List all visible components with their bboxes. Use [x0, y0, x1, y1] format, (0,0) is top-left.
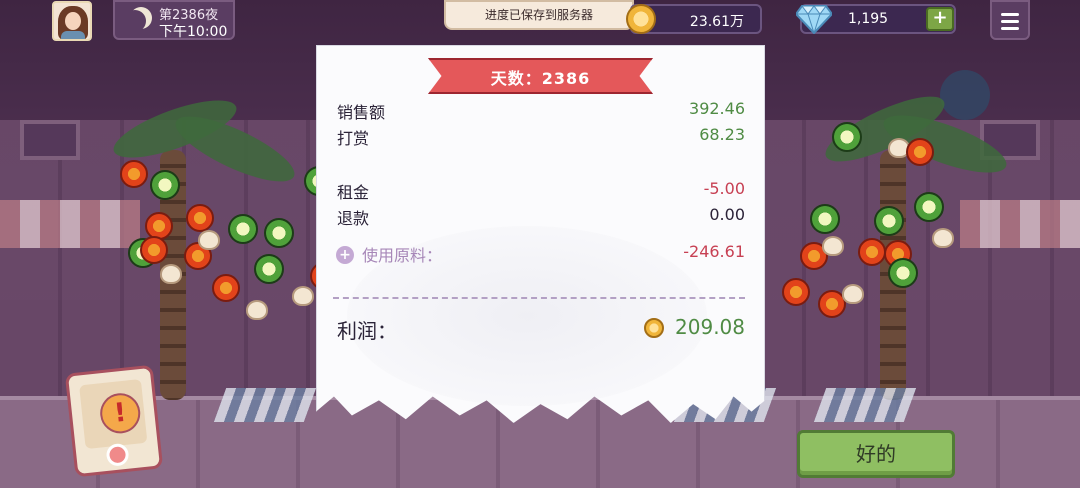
tomato-slice-icon [212, 274, 240, 302]
receipt-divider [333, 297, 745, 299]
beach-chair [813, 388, 917, 422]
exclamation-icon: ! [98, 391, 143, 436]
garlic-clove-icon [198, 230, 220, 250]
tomato-slice-icon [906, 138, 934, 166]
ok-button[interactable]: 好的 [797, 430, 955, 478]
sales-label: 销售额 [337, 103, 386, 122]
notice-card-button[interactable]: ! [64, 364, 164, 478]
day-banner: 天数：2386 [428, 58, 653, 94]
coin-icon [626, 4, 656, 34]
tomato-slice-icon [782, 278, 810, 306]
pepper-slice-icon [914, 192, 944, 222]
pepper-slice-icon [888, 258, 918, 288]
buy-gems-button[interactable]: + [926, 7, 954, 31]
tips-label: 打赏 [337, 129, 370, 148]
rent-value: -5.00 [703, 179, 745, 198]
avatar-face [65, 12, 81, 30]
day-time-panel: 第2386夜 下午10:00 [113, 0, 235, 40]
wall-window [20, 120, 80, 160]
hamburger-icon [1001, 13, 1019, 16]
refund-label: 退款 [337, 209, 370, 228]
materials-label[interactable]: 使用原料： [362, 242, 442, 266]
refund-value: 0.00 [709, 205, 745, 224]
hamburger-icon [1001, 20, 1019, 23]
rent-label: 租金 [337, 183, 370, 202]
tips-value: 68.23 [699, 125, 745, 144]
pepper-slice-icon [832, 122, 862, 152]
coral-decoration [940, 70, 990, 120]
pepper-slice-icon [810, 204, 840, 234]
coin-icon [644, 318, 664, 338]
expand-materials-plus-icon[interactable]: + [336, 246, 354, 264]
garlic-clove-icon [292, 286, 314, 306]
menu-button[interactable] [990, 0, 1030, 40]
coin-balance: 23.61万 [626, 4, 762, 34]
avatar-body [61, 31, 85, 39]
beach-chair [213, 388, 317, 422]
save-toast: 进度已保存到服务器 [444, 0, 634, 30]
pepper-slice-icon [228, 214, 258, 244]
materials-value: -246.61 [683, 242, 745, 261]
tomato-slice-icon [140, 236, 168, 264]
pepper-slice-icon [254, 254, 284, 284]
coin-amount: 23.61万 [689, 14, 744, 30]
diamond-icon [796, 5, 832, 34]
tomato-slice-icon [858, 238, 886, 266]
garlic-clove-icon [932, 228, 954, 248]
striped-awning [0, 200, 140, 248]
gem-amount: 1,195 [848, 11, 889, 27]
tomato-slice-icon [120, 160, 148, 188]
sales-value: 392.46 [689, 99, 745, 118]
notice-card-face: ! [79, 378, 148, 450]
striped-awning [960, 200, 1080, 248]
hamburger-icon [1001, 27, 1019, 30]
gem-balance: 1,195 + [796, 4, 956, 34]
notification-dot-icon [105, 442, 130, 467]
tomato-slice-icon [186, 204, 214, 232]
moon-icon [124, 10, 146, 32]
player-avatar[interactable] [52, 1, 92, 41]
profit-label: 利润： [337, 319, 397, 343]
pepper-slice-icon [264, 218, 294, 248]
pepper-slice-icon [874, 206, 904, 236]
pepper-slice-icon [150, 170, 180, 200]
profit-value: 209.08 [675, 315, 745, 339]
garlic-clove-icon [842, 284, 864, 304]
garlic-clove-icon [246, 300, 268, 320]
day-title: 天数：2386 [490, 69, 591, 88]
garlic-clove-icon [822, 236, 844, 256]
clock-time: 下午10:00 [159, 24, 228, 40]
garlic-clove-icon [160, 264, 182, 284]
